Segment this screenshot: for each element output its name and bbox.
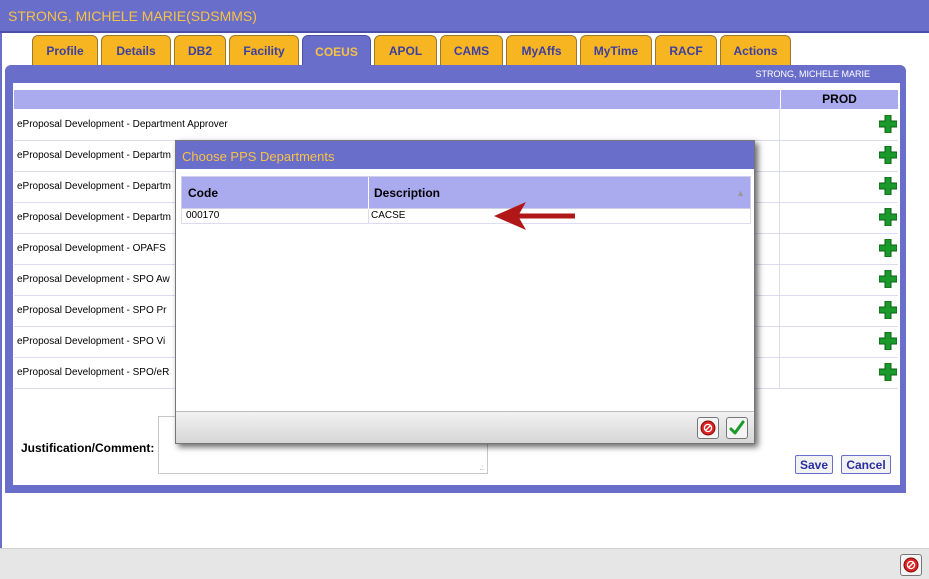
footer-bar — [0, 548, 929, 579]
tab-apol[interactable]: APOL — [374, 35, 437, 66]
dialog-cancel-button[interactable] — [697, 417, 719, 439]
checkmark-icon — [729, 420, 745, 435]
column-divider — [368, 177, 369, 210]
department-code: 000170 — [186, 210, 220, 221]
role-label: eProposal Development - Departm — [17, 150, 171, 161]
tab-mytime[interactable]: MyTime — [580, 35, 652, 66]
tab-db2[interactable]: DB2 — [174, 35, 226, 66]
cell-divider — [779, 234, 780, 265]
cancel-button[interactable]: Cancel — [841, 455, 891, 474]
role-label: eProposal Development - Department Appro… — [17, 119, 228, 130]
window-title-bar: STRONG, MICHELE MARIE(SDSMMS) — [0, 0, 929, 33]
current-user-name: STRONG, MICHELE MARIE — [755, 69, 870, 79]
tab-actions[interactable]: Actions — [720, 35, 791, 66]
tab-racf[interactable]: RACF — [655, 35, 717, 66]
cell-divider — [779, 265, 780, 296]
add-icon[interactable] — [879, 363, 897, 381]
dialog-title-bar: Choose PPS Departments — [176, 141, 754, 169]
code-column-header[interactable]: Code — [188, 186, 218, 200]
grid-header: Code Description ▲ — [181, 176, 751, 210]
department-description: CACSE — [371, 210, 406, 221]
comment-label: Justification/Comment: — [21, 441, 155, 455]
description-column-header[interactable]: Description — [374, 186, 440, 200]
add-icon[interactable] — [879, 115, 897, 133]
tab-profile[interactable]: Profile — [32, 35, 98, 66]
role-label: eProposal Development - SPO Aw — [17, 274, 170, 285]
add-icon[interactable] — [879, 146, 897, 164]
role-label: eProposal Development - Departm — [17, 212, 171, 223]
roles-table-header: PROD — [14, 90, 898, 109]
add-icon[interactable] — [879, 177, 897, 195]
role-label: eProposal Development - SPO Pr — [17, 305, 167, 316]
add-icon[interactable] — [879, 332, 897, 350]
tab-coeus[interactable]: COEUS — [302, 35, 371, 68]
save-button[interactable]: Save — [795, 455, 833, 474]
table-row[interactable]: 000170 CACSE — [181, 209, 751, 224]
tab-cams[interactable]: CAMS — [440, 35, 503, 66]
tab-myaffs[interactable]: MyAffs — [506, 35, 577, 66]
role-label: eProposal Development - SPO Vi — [17, 336, 166, 347]
role-label: eProposal Development - OPAFS — [17, 243, 166, 254]
tab-facility[interactable]: Facility — [229, 35, 299, 66]
cell-divider — [779, 141, 780, 172]
window-title: STRONG, MICHELE MARIE(SDSMMS) — [8, 8, 257, 24]
prod-column-header: PROD — [780, 90, 898, 109]
dialog-ok-button[interactable] — [726, 417, 748, 439]
cell-divider — [779, 110, 780, 141]
cell-divider — [779, 296, 780, 327]
role-label: eProposal Development - SPO/eR — [17, 367, 170, 378]
cell-divider — [779, 203, 780, 234]
column-divider — [368, 209, 369, 224]
add-icon[interactable] — [879, 270, 897, 288]
dialog-footer — [176, 411, 754, 443]
cell-divider — [779, 172, 780, 203]
resize-grip-icon[interactable]: .: — [480, 463, 484, 472]
add-icon[interactable] — [879, 208, 897, 226]
left-border — [0, 33, 2, 548]
role-label: eProposal Development - Departm — [17, 181, 171, 192]
tab-details[interactable]: Details — [101, 35, 171, 66]
annotation-arrow-icon — [494, 202, 575, 230]
add-icon[interactable] — [879, 239, 897, 257]
table-row: eProposal Development - Department Appro… — [14, 110, 898, 141]
add-icon[interactable] — [879, 301, 897, 319]
dialog-title: Choose PPS Departments — [182, 149, 335, 164]
cell-divider — [779, 327, 780, 358]
cell-divider — [779, 358, 780, 389]
close-button[interactable] — [900, 554, 922, 576]
choose-departments-dialog: Choose PPS Departments Code Description … — [175, 140, 755, 444]
sort-ascending-icon[interactable]: ▲ — [736, 188, 745, 198]
cancel-icon — [700, 420, 716, 436]
cancel-icon — [903, 557, 919, 573]
